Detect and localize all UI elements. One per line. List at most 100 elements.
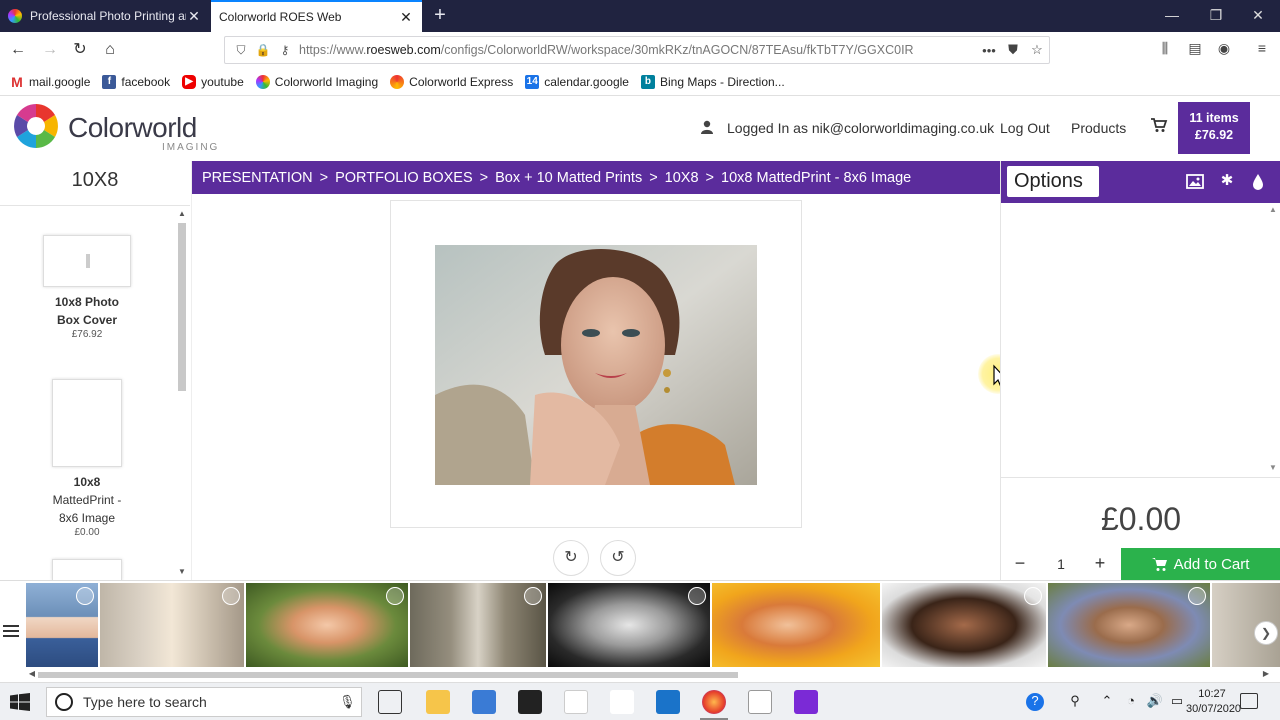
minimize-icon[interactable]: — (1150, 0, 1194, 32)
bookmark-star-icon[interactable]: ☆ (1025, 42, 1049, 58)
amazon-icon[interactable] (518, 690, 542, 714)
filmstrip-menu-icon[interactable] (2, 623, 20, 639)
rotate-clockwise-button[interactable]: ↻ (553, 540, 589, 576)
notification-center-icon[interactable] (1240, 693, 1258, 709)
bookmark-facebook[interactable]: f facebook (102, 74, 170, 89)
vscode-icon[interactable] (610, 690, 634, 714)
breadcrumb-item[interactable]: PRESENTATION (202, 170, 313, 186)
image-icon[interactable] (1185, 171, 1205, 193)
back-arrow-icon[interactable]: ← (6, 38, 30, 62)
teams-icon[interactable] (794, 690, 818, 714)
breadcrumb-item[interactable]: PORTFOLIO BOXES (335, 170, 473, 186)
account-icon[interactable]: ◉ (1213, 40, 1235, 60)
new-tab-plus-icon[interactable]: + (428, 4, 452, 28)
filmstrip-photo[interactable] (410, 583, 546, 667)
windows-start-icon[interactable] (10, 693, 30, 711)
bookmark-colorworld-express[interactable]: Colorworld Express (390, 74, 513, 89)
filmstrip-next-icon[interactable]: ❯ (1254, 621, 1278, 645)
scroll-down-icon[interactable]: ▼ (1267, 463, 1279, 472)
scroll-down-icon[interactable]: ▼ (176, 567, 188, 576)
filmstrip-photo[interactable] (26, 583, 98, 667)
close-tab-icon[interactable]: ✕ (186, 8, 202, 25)
close-window-icon[interactable]: ✕ (1236, 0, 1280, 32)
restore-icon[interactable]: ❐ (1194, 0, 1238, 32)
system-clock[interactable]: 10:27 30/07/2020 (1186, 687, 1241, 717)
browser-tab-inactive[interactable]: Professional Photo Printing an ✕ (0, 0, 210, 32)
filmstrip-scrollbar[interactable]: ◀ ▶ (26, 669, 1272, 681)
taskbar-search-box[interactable]: Type here to search 🎙 (46, 687, 362, 717)
quantity-decrease-button[interactable]: − (1009, 551, 1031, 577)
key-icon[interactable]: ⚷ (277, 43, 293, 57)
spreadsheet-icon[interactable] (748, 690, 772, 714)
color-drop-icon[interactable] (1248, 171, 1268, 193)
cart-summary-button[interactable]: 11 items £76.92 (1178, 102, 1250, 154)
help-icon[interactable]: ? (1026, 693, 1044, 711)
breadcrumb-item[interactable]: Box + 10 Matted Prints (495, 170, 642, 186)
dropbox-icon[interactable] (564, 690, 588, 714)
bookmark-gmail[interactable]: Mmail.google (10, 75, 90, 89)
colorworld-logo[interactable]: Colorworld IMAGING (12, 102, 217, 156)
browser-tab-active[interactable]: Colorworld ROES Web ✕ (211, 0, 422, 32)
people-icon[interactable]: ⚲ (1066, 693, 1084, 711)
bookmark-bing-maps[interactable]: b Bing Maps - Direction... (640, 74, 785, 89)
rotate-counterclockwise-button[interactable]: ↺ (600, 540, 636, 576)
keyboard-icon[interactable]: ▭ (1168, 693, 1186, 711)
hamburger-menu-icon[interactable]: ≡ (1251, 40, 1273, 60)
scroll-right-icon[interactable]: ▶ (1260, 669, 1272, 678)
scroll-left-icon[interactable]: ◀ (26, 669, 38, 678)
select-checkbox[interactable] (1024, 587, 1042, 605)
logout-link[interactable]: Log Out (1000, 120, 1050, 136)
task-view-icon[interactable] (378, 690, 402, 714)
product-item-matted-print[interactable]: 10x8 MattedPrint -8x6 Image £0.00 (32, 379, 142, 538)
url-text[interactable]: https://www.roesweb.com/configs/Colorwor… (299, 43, 977, 57)
cart-icon[interactable] (1150, 116, 1168, 134)
effects-sparkle-icon[interactable]: ✱ (1217, 171, 1237, 193)
wifi-icon[interactable]: ◔ (1122, 693, 1140, 711)
product-item-photo-box-cover[interactable]: 10x8 Photo Box Cover £76.92 (32, 235, 142, 340)
more-actions-icon[interactable]: ••• (977, 43, 1001, 58)
lock-icon[interactable]: 🔒 (255, 43, 271, 57)
close-tab-icon[interactable]: ✕ (398, 9, 414, 26)
filmstrip-photo[interactable] (100, 583, 244, 667)
volume-icon[interactable]: 🔊 (1146, 693, 1164, 711)
mail-icon[interactable] (656, 690, 680, 714)
bookmark-calendar[interactable]: 14 calendar.google (525, 74, 629, 89)
matted-print-preview[interactable] (390, 200, 802, 528)
forward-arrow-icon[interactable]: → (38, 38, 62, 62)
select-checkbox[interactable] (222, 587, 240, 605)
show-hidden-icons-icon[interactable]: ⌃ (1098, 693, 1116, 711)
pocket-icon[interactable]: ⛊ (1001, 42, 1025, 58)
filmstrip-photo[interactable] (712, 583, 880, 667)
scroll-up-icon[interactable]: ▲ (1267, 205, 1279, 214)
add-to-cart-button[interactable]: Add to Cart (1121, 548, 1280, 581)
bookmark-colorworld-imaging[interactable]: Colorworld Imaging (255, 74, 378, 89)
quantity-value[interactable]: 1 (1045, 551, 1077, 577)
select-checkbox[interactable] (1188, 587, 1206, 605)
select-checkbox[interactable] (386, 587, 404, 605)
photo-image-slot[interactable] (435, 245, 757, 485)
bookmark-youtube[interactable]: ▶ youtube (182, 74, 244, 89)
breadcrumb-item[interactable]: 10X8 (665, 170, 699, 186)
home-icon[interactable]: ⌂ (98, 38, 122, 62)
select-checkbox[interactable] (76, 587, 94, 605)
library-icon[interactable]: ⫼ (1154, 40, 1176, 60)
firefox-icon[interactable] (702, 690, 726, 714)
sidebar-icon[interactable]: ▤ (1184, 40, 1206, 60)
select-checkbox[interactable] (524, 587, 542, 605)
product-item-partial[interactable] (32, 559, 142, 581)
scrollbar-thumb[interactable] (38, 672, 738, 678)
scroll-up-icon[interactable]: ▲ (176, 209, 188, 218)
scrollbar-thumb[interactable] (178, 223, 186, 391)
shield-icon[interactable]: ⛉ (233, 43, 249, 58)
product-list-scrollbar[interactable]: ▲ ▼ (176, 209, 188, 579)
filmstrip-photo[interactable] (548, 583, 710, 667)
options-scrollbar[interactable]: ▲ ▼ (1267, 205, 1279, 477)
microphone-icon[interactable]: 🎙 (339, 694, 356, 710)
store-icon[interactable] (472, 690, 496, 714)
filmstrip-photo[interactable] (1048, 583, 1210, 667)
url-bar[interactable]: ⛉ 🔒 ⚷ https://www.roesweb.com/configs/Co… (224, 36, 1050, 64)
reload-icon[interactable]: ↻ (68, 38, 92, 62)
select-checkbox[interactable] (688, 587, 706, 605)
products-link[interactable]: Products (1071, 120, 1126, 136)
file-explorer-icon[interactable] (426, 690, 450, 714)
